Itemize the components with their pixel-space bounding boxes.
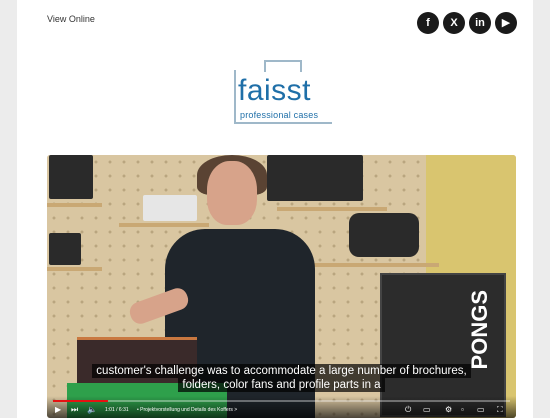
email-page: View Online f X in ▶ faisst professional… [17, 0, 533, 418]
theater-icon[interactable]: ▭ [477, 405, 485, 415]
miniplayer-icon[interactable]: ▫ [461, 405, 464, 415]
subtitle-line: customer's challenge was to accommodate … [92, 364, 471, 378]
linkedin-icon[interactable]: in [469, 12, 491, 34]
video-time: 1:01 / 6:31 [105, 407, 129, 413]
video-chapter[interactable]: • Projektvorstellung und Details des Kof… [137, 407, 237, 413]
xing-icon[interactable]: X [443, 12, 465, 34]
settings-icon[interactable]: ⚙ [445, 405, 452, 415]
pongs-brand-text: PONGS [467, 290, 492, 370]
progress-fill [53, 400, 108, 402]
fullscreen-icon[interactable]: ⛶ [497, 405, 503, 415]
subtitle-line: folders, color fans and profile parts in… [178, 378, 385, 392]
case-on-shelf [349, 213, 419, 257]
case-on-shelf [49, 155, 93, 199]
next-icon[interactable]: ⏭ [71, 405, 78, 415]
progress-bar[interactable] [53, 400, 510, 402]
social-links: f X in ▶ [417, 12, 517, 34]
view-online-link[interactable]: View Online [47, 14, 95, 24]
shelf [47, 203, 102, 207]
case-on-shelf [49, 233, 81, 265]
shelf [309, 263, 439, 267]
video-controls: ▶ ⏭ 🔈 1:01 / 6:31 • Projektvorstellung u… [47, 396, 516, 418]
presenter-head [207, 161, 257, 225]
youtube-icon[interactable]: ▶ [495, 12, 517, 34]
facebook-icon[interactable]: f [417, 12, 439, 34]
captions-icon[interactable]: ▭ [423, 405, 431, 415]
logo-tagline: professional cases [240, 110, 319, 120]
case-on-shelf [267, 155, 363, 201]
logo-wordmark: faisst [238, 74, 312, 107]
play-icon[interactable]: ▶ [55, 405, 61, 415]
shelf [277, 207, 387, 211]
video-subtitles: customer's challenge was to accommodate … [47, 364, 516, 392]
faisst-logo[interactable]: faisst professional cases [234, 60, 336, 124]
autoplay-toggle-icon[interactable]: ⏻ [405, 405, 411, 415]
video-player[interactable]: PONGS customer's challenge was to accomm… [47, 155, 516, 418]
case-on-shelf [143, 195, 197, 221]
shelf [47, 267, 102, 271]
volume-icon[interactable]: 🔈 [87, 405, 97, 415]
shelf [119, 223, 209, 227]
